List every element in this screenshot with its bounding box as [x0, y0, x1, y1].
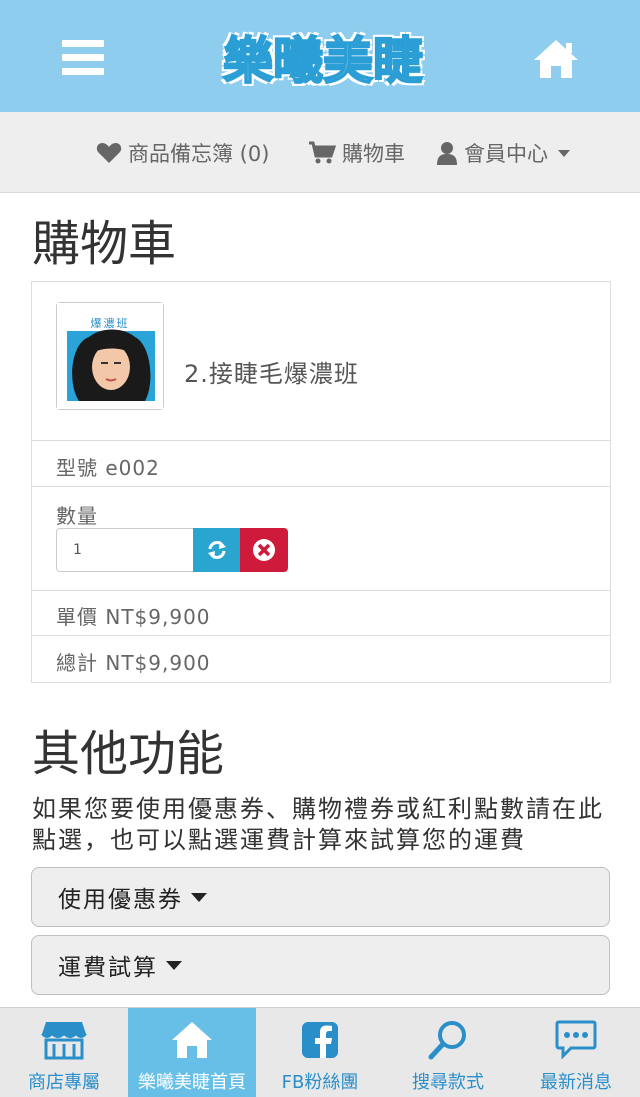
tab-label: 樂曦美睫首頁 — [138, 1072, 246, 1093]
tab-facebook[interactable]: FB粉絲團 — [256, 1008, 384, 1097]
tab-store[interactable]: 商店專屬 — [0, 1008, 128, 1097]
tab-label: FB粉絲團 — [281, 1072, 359, 1093]
thumbnail-caption: 爆濃班 — [90, 317, 130, 330]
tab-label: 搜尋款式 — [412, 1072, 484, 1093]
user-icon — [437, 142, 457, 165]
quantity-input[interactable]: 1 — [56, 528, 193, 572]
shopping-cart-icon — [309, 141, 336, 164]
bottom-tab-bar: 商店專屬 樂曦美睫首頁 FB粉絲團 搜尋款式 最新消息 — [0, 1007, 640, 1097]
chevron-down-icon — [558, 149, 570, 157]
hamburger-menu-icon[interactable] — [62, 40, 104, 76]
app-header: 樂曦美睫 — [0, 0, 640, 112]
use-coupon-button[interactable]: 使用優惠券 — [31, 867, 610, 927]
model-text: 型號 e002 — [56, 456, 160, 480]
remove-item-button[interactable] — [240, 528, 288, 572]
home-icon[interactable] — [532, 38, 580, 80]
caret-down-icon — [191, 892, 207, 902]
site-logo[interactable]: 樂曦美睫 — [212, 22, 434, 92]
cart-link[interactable]: 購物車 — [308, 140, 405, 166]
tab-label: 最新消息 — [540, 1072, 612, 1093]
use-coupon-label: 使用優惠券 — [58, 887, 183, 913]
close-circle-icon — [253, 539, 275, 561]
tab-home[interactable]: 樂曦美睫首頁 — [128, 1008, 256, 1097]
tab-label: 商店專屬 — [28, 1072, 100, 1093]
cart-item-card: 爆濃班 2.接睫毛爆濃班 型號 e002 數量 1 單價 NT$9,900 總計… — [31, 281, 611, 683]
shipping-calculator-label: 運費試算 — [58, 955, 158, 981]
search-icon — [428, 1021, 466, 1060]
product-thumbnail[interactable]: 爆濃班 — [56, 302, 164, 410]
heart-icon — [96, 142, 122, 163]
model-row: 型號 e002 — [32, 440, 610, 486]
tab-search[interactable]: 搜尋款式 — [384, 1008, 512, 1097]
facebook-icon — [302, 1022, 338, 1058]
member-center-dropdown[interactable]: 會員中心 — [436, 140, 570, 166]
total-row: 總計 NT$9,900 — [32, 635, 610, 682]
unit-price-row: 單價 NT$9,900 — [32, 590, 610, 636]
page-title: 購物車 — [32, 216, 177, 272]
product-name[interactable]: 2.接睫毛爆濃班 — [184, 354, 359, 389]
wishlist-link[interactable]: 商品備忘簿 (0) — [96, 140, 269, 166]
quantity-label: 數量 — [56, 504, 98, 528]
update-quantity-button[interactable] — [193, 528, 240, 572]
storefront-icon — [41, 1022, 87, 1060]
home-icon — [172, 1022, 212, 1058]
refresh-icon — [207, 541, 226, 559]
total-text: 總計 NT$9,900 — [56, 651, 211, 675]
caret-down-icon — [166, 960, 182, 970]
unit-price-text: 單價 NT$9,900 — [56, 605, 211, 629]
cart-label: 購物車 — [342, 142, 405, 166]
top-nav-bar: 商品備忘簿 (0) 購物車 會員中心 — [0, 112, 640, 193]
other-functions-title: 其他功能 — [32, 726, 225, 782]
wishlist-label: 商品備忘簿 (0) — [128, 142, 270, 166]
tab-news[interactable]: 最新消息 — [512, 1008, 640, 1097]
other-functions-description: 如果您要使用優惠券、購物禮券或紅利點數請在此點選，也可以點選運費計算來試算您的運… — [32, 795, 604, 854]
shipping-calculator-button[interactable]: 運費試算 — [31, 935, 610, 995]
chat-bubble-icon — [555, 1020, 597, 1060]
member-center-label: 會員中心 — [464, 142, 548, 166]
